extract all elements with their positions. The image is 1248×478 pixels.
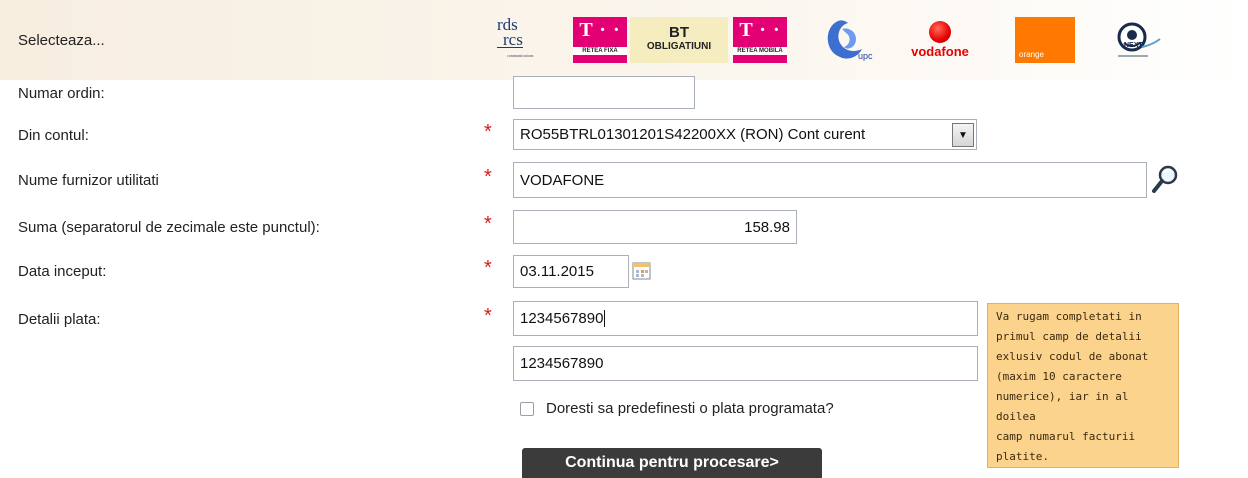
orange-logo[interactable]: orange — [1015, 17, 1075, 63]
communications-text: communications — [507, 53, 534, 58]
telekom-mobila-logo[interactable]: T · · RETEA MOBILĂ — [733, 17, 787, 63]
details-help-tooltip: Va rugam completati in primul camp de de… — [987, 303, 1179, 468]
order-number-input[interactable] — [513, 76, 695, 109]
nextgen-icon: NEXT — [1117, 22, 1161, 57]
required-mark: * — [484, 166, 492, 188]
text-cursor — [604, 310, 606, 327]
vodafone-ball-icon — [929, 21, 951, 43]
tooltip-line: exlusiv codul de abonat — [996, 350, 1149, 363]
rds-rcs-logo[interactable]: rds rcs communications — [497, 16, 553, 63]
required-mark: * — [484, 213, 492, 235]
telekom-mark: T · · — [739, 19, 781, 41]
scheduled-payment-checkbox[interactable] — [520, 402, 534, 416]
scheduled-payment-label: Doresti sa predefinesti o plata programa… — [546, 400, 834, 417]
calendar-icon[interactable] — [632, 261, 652, 281]
account-label: Din contul: — [18, 127, 89, 144]
rcs-text: rcs — [497, 31, 523, 48]
telekom-fixa-logo[interactable]: T · · RETEA FIXĂ — [573, 17, 627, 63]
tooltip-line: (maxim 10 caractere — [996, 370, 1122, 383]
tooltip-line: primul camp de detalii — [996, 330, 1142, 343]
provider-input[interactable]: VODAFONE — [513, 162, 1147, 198]
tooltip-line: Va rugam completati in — [996, 310, 1142, 323]
svg-text:NEXT: NEXT — [1124, 42, 1143, 49]
upc-logo[interactable]: upc — [818, 17, 876, 63]
required-mark: * — [484, 305, 492, 327]
amount-label: Suma (separatorul de zecimale este punct… — [18, 219, 320, 236]
required-mark: * — [484, 257, 492, 279]
start-date-input[interactable]: 03.11.2015 — [513, 255, 629, 288]
select-provider-label: Selecteaza... — [18, 32, 105, 49]
telekom-mark: T · · — [579, 19, 621, 41]
retea-fixa-caption: RETEA FIXĂ — [573, 47, 627, 55]
upc-icon: upc — [827, 20, 873, 61]
order-number-label: Numar ordin: — [18, 85, 105, 102]
retea-mobila-caption: RETEA MOBILĂ — [733, 47, 787, 55]
details-label: Detalii plata: — [18, 311, 101, 328]
details-input-2[interactable]: 1234567890 — [513, 346, 978, 381]
bt-obligatiuni-logo[interactable]: BT OBLIGATIUNI — [630, 17, 728, 63]
vodafone-logo[interactable]: vodafone — [900, 17, 980, 63]
chevron-down-icon[interactable]: ▼ — [952, 123, 974, 147]
tooltip-line: numerice), iar in al doilea — [996, 390, 1129, 423]
amount-input[interactable]: 158.98 — [513, 210, 797, 244]
search-icon[interactable] — [1150, 163, 1180, 197]
nextgen-logo[interactable]: NEXT — [1102, 17, 1170, 63]
account-select[interactable]: RO55BTRL01301201S42200XX (RON) Cont cure… — [513, 119, 977, 150]
details-input-1-value: 1234567890 — [520, 310, 604, 327]
provider-label: Nume furnizor utilitati — [18, 172, 159, 189]
vodafone-text: vodafone — [911, 44, 969, 59]
orange-text: orange — [1019, 50, 1044, 59]
svg-text:upc: upc — [858, 51, 873, 61]
bt-text: BT — [669, 24, 689, 41]
tooltip-line: platite. — [996, 450, 1049, 463]
required-mark: * — [484, 121, 492, 143]
account-select-value: RO55BTRL01301201S42200XX (RON) Cont cure… — [520, 126, 866, 143]
details-input-1[interactable]: 1234567890 — [513, 301, 978, 336]
start-date-label: Data inceput: — [18, 263, 107, 280]
obligatiuni-text: OBLIGATIUNI — [646, 41, 712, 52]
tooltip-line: camp numarul facturii — [996, 430, 1136, 443]
